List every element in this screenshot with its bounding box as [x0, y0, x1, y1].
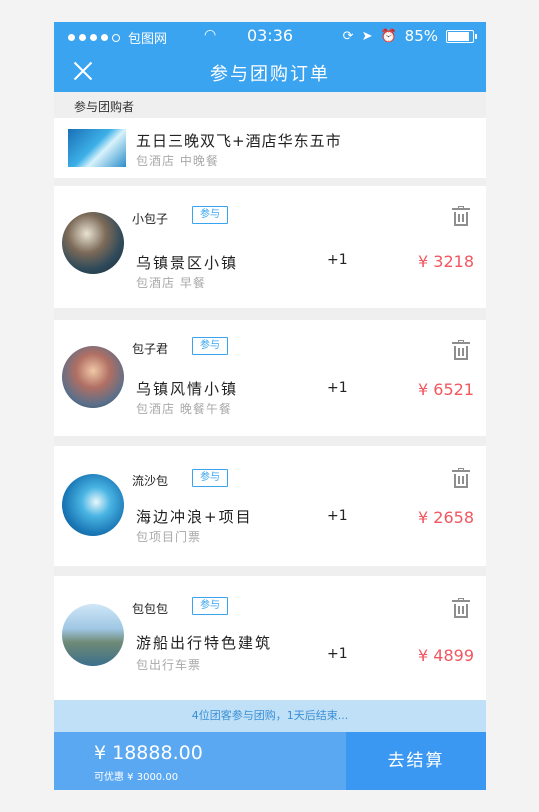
member-card: 包子君 参与 乌镇风情小镇 包酒店 晚餐午餐 +1 ¥ 6521 [54, 320, 486, 436]
price: ¥ 4899 [418, 646, 474, 665]
price: ¥ 3218 [418, 252, 474, 271]
surf-thumbnail [68, 129, 126, 167]
checkout-button[interactable]: 去结算 [346, 732, 486, 790]
avatar [62, 604, 124, 666]
trash-icon[interactable] [452, 468, 470, 488]
member-card: 小包子 参与 乌镇景区小镇 包酒店 早餐 +1 ¥ 3218 [54, 186, 486, 308]
page-title: 参与团购订单 [210, 64, 330, 85]
product-title: 乌镇景区小镇 [136, 254, 239, 272]
trash-icon[interactable] [452, 598, 470, 618]
lead-title: 五日三晚双飞+酒店华东五市 [136, 132, 342, 150]
member-card: 流沙包 参与 海边冲浪+项目 包项目门票 +1 ¥ 2658 [54, 446, 486, 566]
price: ¥ 2658 [418, 508, 474, 527]
total-price: ¥ 18888.00 [94, 742, 203, 764]
quantity: +1 [327, 508, 348, 524]
rotation-lock-icon: ⟳ [342, 28, 354, 44]
group-notice: 4位团客参与团购，1天后结束... [54, 700, 486, 732]
product-title: 海边冲浪+项目 [136, 508, 253, 526]
quantity: +1 [327, 380, 348, 396]
avatar [62, 346, 124, 408]
lead-subtitle: 包酒店 中晚餐 [136, 154, 219, 168]
avatar [62, 474, 124, 536]
nav-bar: 参与团购订单 [54, 50, 486, 92]
join-badge[interactable]: 参与 [192, 469, 228, 487]
trash-icon[interactable] [452, 340, 470, 360]
join-badge[interactable]: 参与 [192, 206, 228, 224]
product-detail: 包酒店 晚餐午餐 [136, 402, 232, 416]
status-right: ⟳ ➤ ⏰ 85% [342, 27, 477, 45]
member-name: 小包子 [132, 212, 169, 226]
member-name: 包包包 [132, 602, 169, 616]
phone-screen: 包图网 ◠ 03:36 ⟳ ➤ ⏰ 85% 参与团购订单 参与团购者 五日三晚双… [54, 22, 486, 790]
join-badge[interactable]: 参与 [192, 597, 228, 615]
discount-text: 可优惠 ¥ 3000.00 [94, 772, 179, 783]
quantity: +1 [327, 646, 348, 662]
section-label: 参与团购者 [74, 100, 135, 114]
lead-order-card[interactable]: 五日三晚双飞+酒店华东五市 包酒店 中晚餐 [54, 118, 486, 178]
product-detail: 包项目门票 [136, 530, 202, 544]
product-detail: 包出行车票 [136, 658, 202, 672]
member-card: 包包包 参与 游船出行特色建筑 包出行车票 +1 ¥ 4899 [54, 576, 486, 700]
product-title: 乌镇风情小镇 [136, 380, 239, 398]
member-name: 流沙包 [132, 474, 169, 488]
price: ¥ 6521 [418, 380, 474, 399]
product-detail: 包酒店 早餐 [136, 276, 206, 290]
status-bar: 包图网 ◠ 03:36 ⟳ ➤ ⏰ 85% [54, 22, 486, 50]
avatar [62, 212, 124, 274]
member-name: 包子君 [132, 342, 169, 356]
quantity: +1 [327, 252, 348, 268]
alarm-icon: ⏰ [380, 28, 397, 44]
trash-icon[interactable] [452, 206, 470, 226]
join-badge[interactable]: 参与 [192, 337, 228, 355]
battery-icon [446, 29, 477, 43]
location-icon: ➤ [361, 28, 373, 44]
battery-percent: 85% [404, 27, 438, 45]
checkout-bar: ¥ 18888.00 可优惠 ¥ 3000.00 去结算 [54, 732, 486, 790]
product-title: 游船出行特色建筑 [136, 634, 273, 652]
